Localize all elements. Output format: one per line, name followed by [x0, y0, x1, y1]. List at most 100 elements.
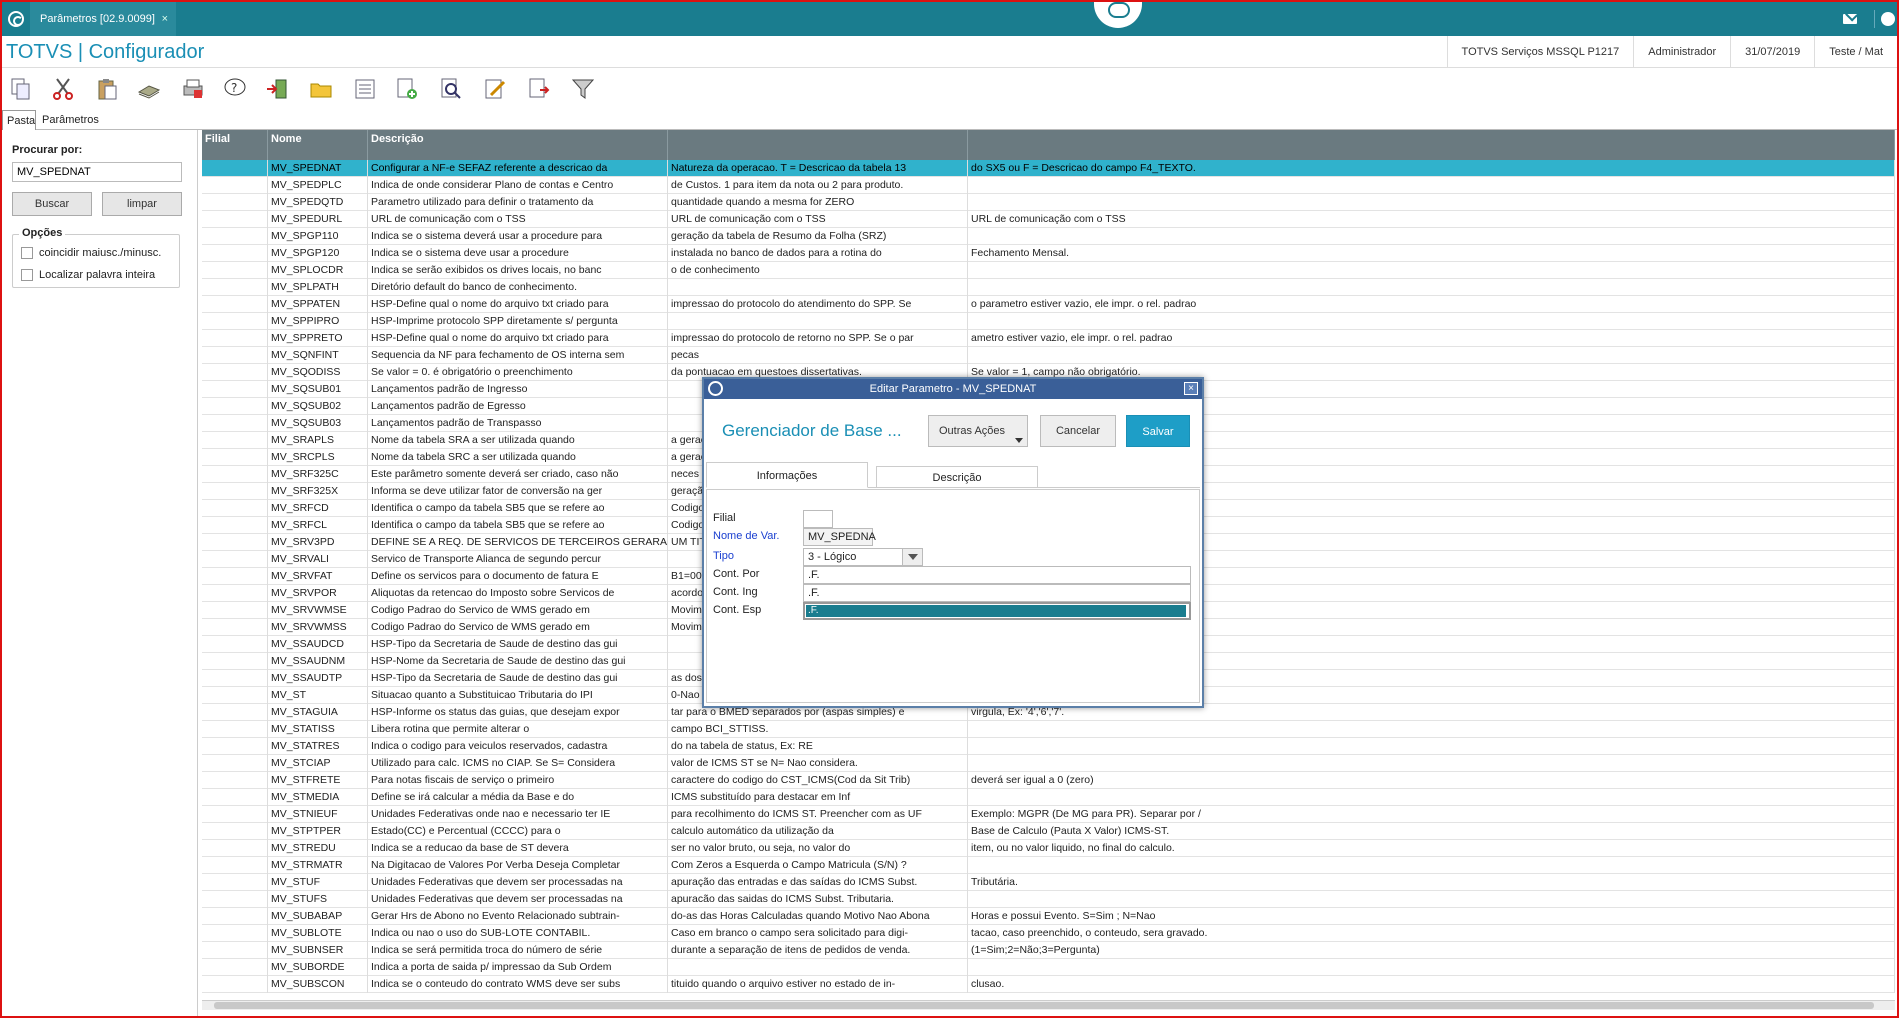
var-name-field[interactable]: MV_SPEDNA	[803, 528, 876, 546]
save-button[interactable]: Salvar	[1126, 415, 1190, 447]
table-cell: Indica se a reducao da base de ST devera	[368, 840, 668, 857]
edit-icon[interactable]	[482, 76, 508, 102]
table-row[interactable]: MV_STFRETE Para notas fiscais de serviço …	[202, 772, 1895, 789]
table-cell: URL de comunicação com o TSS	[968, 211, 1895, 228]
cut-icon[interactable]	[50, 76, 76, 102]
col-filial[interactable]: Filial	[202, 130, 268, 160]
whole-word-checkbox[interactable]	[21, 269, 33, 281]
table-cell: MV_SQSUB01	[268, 381, 368, 398]
table-cell: MV_SPGP110	[268, 228, 368, 245]
book-icon[interactable]	[136, 76, 162, 102]
table-row[interactable]: MV_SPPATEN HSP-Define qual o nome do arq…	[202, 296, 1895, 313]
table-row[interactable]: MV_STATISS Libera rotina que permite alte…	[202, 721, 1895, 738]
table-row[interactable]: MV_STRMATR Na Digitacao de Valores Por Ve…	[202, 857, 1895, 874]
table-row[interactable]: MV_STUF Unidades Federativas que devem se…	[202, 874, 1895, 891]
mail-icon[interactable]	[1843, 14, 1857, 24]
table-cell	[202, 534, 268, 551]
add-icon[interactable]	[394, 76, 420, 102]
tab-pasta[interactable]: Pasta	[2, 110, 36, 130]
table-row[interactable]: MV_SPLOCDR Indica se serão exibidos os dr…	[202, 262, 1895, 279]
table-row[interactable]: MV_SUBORDE Indica a porta de saida p/ imp…	[202, 959, 1895, 976]
clear-button[interactable]: limpar	[102, 192, 182, 216]
table-row[interactable]: MV_STREDU Indica se a reducao da base de …	[202, 840, 1895, 857]
table-cell: Indica o codigo para veiculos reservados…	[368, 738, 668, 755]
table-cell	[202, 857, 268, 874]
table-row[interactable]: MV_SUBLOTE Indica ou nao o uso do SUB-LOT…	[202, 925, 1895, 942]
table-row[interactable]: MV_STUFS Unidades Federativas que devem s…	[202, 891, 1895, 908]
table-row[interactable]: MV_STCIAP Utilizado para calc. ICMS no CI…	[202, 755, 1895, 772]
other-actions-button[interactable]: Outras Ações	[928, 415, 1028, 447]
col-descricao-2[interactable]	[668, 130, 968, 160]
table-row[interactable]: MV_STNIEUF Unidades Federativas onde nao …	[202, 806, 1895, 823]
tab-descricao[interactable]: Descrição	[876, 466, 1038, 488]
table-cell	[202, 653, 268, 670]
help-icon[interactable]: ?	[222, 76, 248, 102]
dialog-title-bar: Editar Parametro - MV_SPEDNAT ×	[704, 379, 1202, 399]
table-row[interactable]: MV_SPPIPRO HSP-Imprime protocolo SPP dire…	[202, 313, 1895, 330]
table-cell	[668, 279, 968, 296]
app-header: TOTVS | Configurador TOTVS Serviços MSSQ…	[2, 36, 1897, 68]
table-cell: Exemplo: MGPR (De MG para PR). Separar p…	[968, 806, 1895, 823]
export-icon[interactable]	[526, 76, 552, 102]
chat-icon[interactable]	[1094, 2, 1142, 28]
table-cell: o parametro estiver vazio, ele impr. o r…	[968, 296, 1895, 313]
paste-icon[interactable]	[94, 76, 120, 102]
cont-esp-field[interactable]: .F.	[803, 602, 1191, 620]
tab-informacoes[interactable]: Informações	[706, 462, 868, 488]
table-cell: Codigo Padrao do Servico de WMS gerado e…	[368, 619, 668, 636]
tab-parametros[interactable]: Parâmetros	[38, 110, 103, 130]
table-row[interactable]: MV_SQNFINT Sequencia da NF para fechament…	[202, 347, 1895, 364]
cancel-button[interactable]: Cancelar	[1040, 415, 1116, 447]
search-doc-icon[interactable]	[438, 76, 464, 102]
table-row[interactable]: MV_STMEDIA Define se irá calcular a média…	[202, 789, 1895, 806]
table-row[interactable]: MV_SPGP110 Indica se o sistema deverá usa…	[202, 228, 1895, 245]
search-input[interactable]	[12, 162, 182, 182]
search-button[interactable]: Buscar	[12, 192, 92, 216]
col-descricao-3[interactable]	[968, 130, 1895, 160]
table-cell: MV_SQODISS	[268, 364, 368, 381]
exit-icon[interactable]	[264, 76, 290, 102]
table-row[interactable]: MV_SPEDURL URL de comunicação com o TSS UR…	[202, 211, 1895, 228]
cont-por-field[interactable]: .F.	[803, 566, 1191, 584]
dialog-heading: Gerenciador de Base ...	[722, 421, 902, 440]
list-icon[interactable]	[352, 76, 378, 102]
filter-icon[interactable]	[570, 76, 596, 102]
folder-icon[interactable]	[308, 76, 334, 102]
col-descricao[interactable]: Descrição	[368, 130, 668, 160]
window-tab[interactable]: Parâmetros [02.9.0099] ×	[30, 2, 176, 36]
close-tab-icon[interactable]: ×	[162, 2, 168, 36]
user-icon[interactable]	[1881, 12, 1895, 26]
whole-word-option[interactable]: Localizar palavra inteira	[21, 269, 155, 281]
table-row[interactable]: MV_STPTPER Estado(CC) e Percentual (CCCC)…	[202, 823, 1895, 840]
horizontal-scrollbar[interactable]	[202, 1000, 1895, 1010]
table-row[interactable]: MV_SPEDQTD Parametro utilizado para defin…	[202, 194, 1895, 211]
table-cell: Define se irá calcular a média da Base e…	[368, 789, 668, 806]
chevron-down-icon[interactable]	[902, 549, 922, 565]
table-row[interactable]: MV_SPEDNAT Configurar a NF-e SEFAZ refere…	[202, 160, 1895, 177]
table-row[interactable]: MV_STATRES Indica o codigo para veiculos …	[202, 738, 1895, 755]
filial-field[interactable]	[803, 510, 833, 528]
table-row[interactable]: MV_SPPRETO HSP-Define qual o nome do arqu…	[202, 330, 1895, 347]
table-row[interactable]: MV_SPLPATH Diretório default do banco de …	[202, 279, 1895, 296]
table-row[interactable]: MV_SUBSCON Indica se o conteudo do contra…	[202, 976, 1895, 993]
match-case-checkbox[interactable]	[21, 247, 33, 259]
copy-icon[interactable]	[8, 76, 34, 102]
match-case-option[interactable]: coincidir maiusc./minusc.	[21, 247, 161, 259]
table-row[interactable]: MV_SPEDPLC Indica de onde considerar Plan…	[202, 177, 1895, 194]
print-icon[interactable]	[180, 76, 206, 102]
table-cell: MV_SPLPATH	[268, 279, 368, 296]
type-select[interactable]: 3 - Lógico	[803, 548, 923, 566]
table-row[interactable]: MV_SPGP120 Indica se o sistema deve usar …	[202, 245, 1895, 262]
table-cell: HSP-Tipo da Secretaria de Saude de desti…	[368, 636, 668, 653]
table-row[interactable]: MV_SUBNSER Indica se será permitida troca…	[202, 942, 1895, 959]
cont-ing-field[interactable]: .F.	[803, 584, 1191, 602]
close-icon[interactable]: ×	[1184, 382, 1198, 395]
table-cell	[968, 755, 1895, 772]
table-cell: Se valor = 0. é obrigatório o preenchime…	[368, 364, 668, 381]
col-nome[interactable]: Nome	[268, 130, 368, 160]
table-cell: Indica se o sistema deverá usar a proced…	[368, 228, 668, 245]
table-cell: Nome da tabela SRC a ser utilizada quand…	[368, 449, 668, 466]
table-cell: HSP-Define qual o nome do arquivo txt cr…	[368, 296, 668, 313]
table-row[interactable]: MV_SUBABAP Gerar Hrs de Abono no Evento R…	[202, 908, 1895, 925]
scrollbar-thumb[interactable]	[214, 1002, 1874, 1009]
